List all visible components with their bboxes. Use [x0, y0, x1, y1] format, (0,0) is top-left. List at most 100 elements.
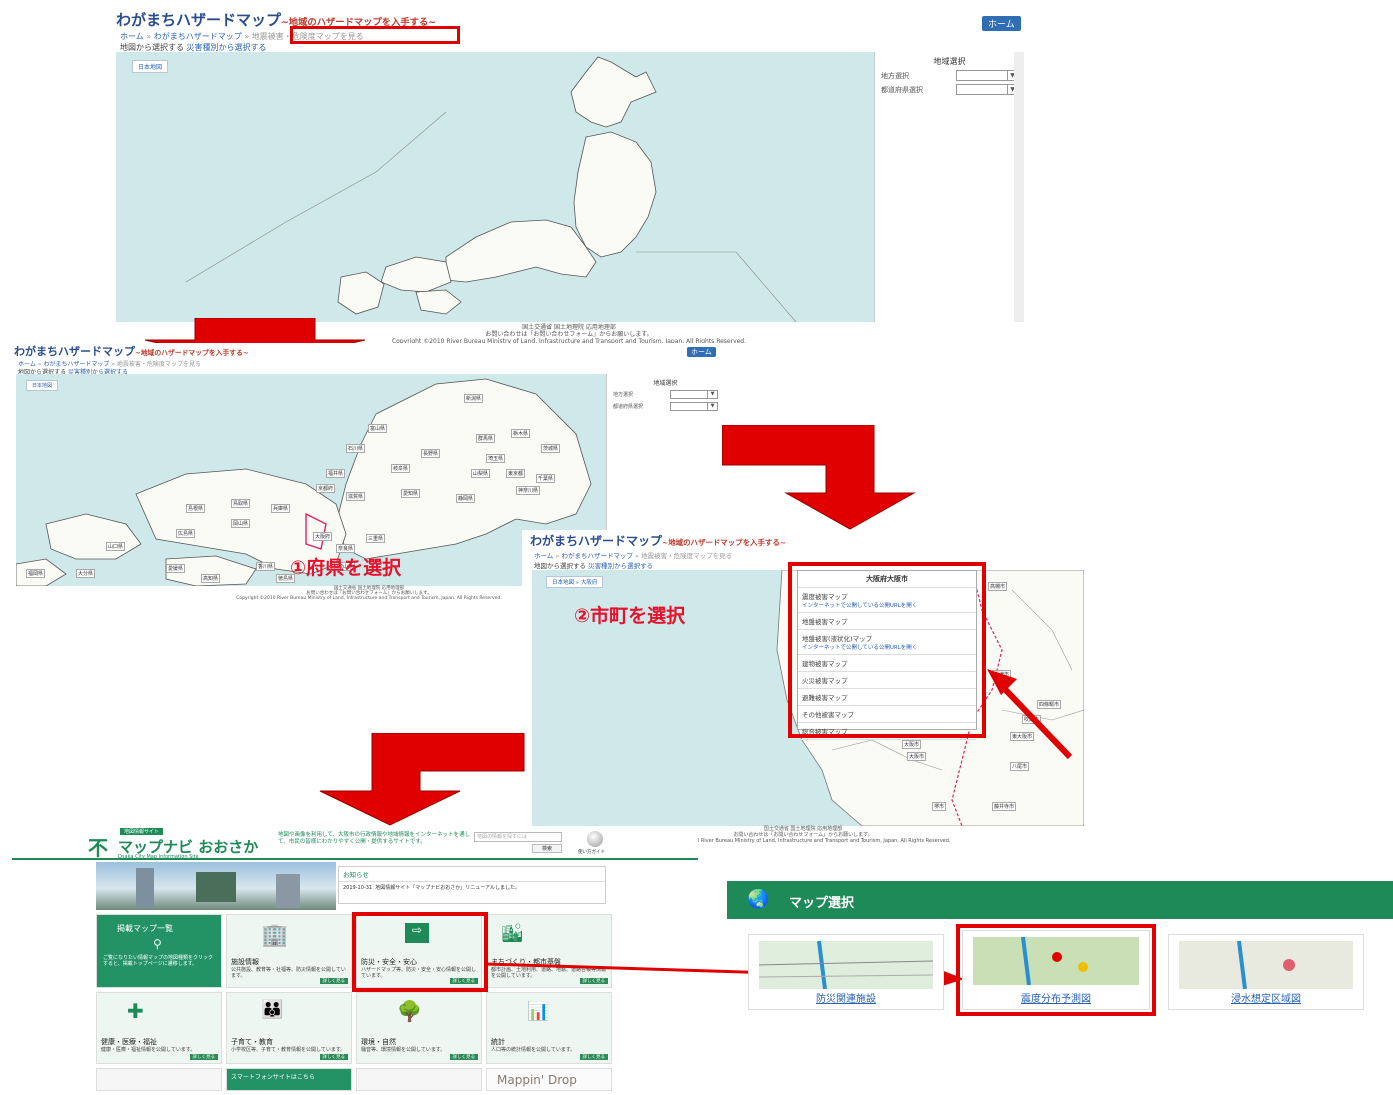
news-box: お知らせ 2019-10-31 地図情報サイト「マップナビおおさか」リニューアル…: [338, 866, 606, 904]
more-button[interactable]: 詳しく見る: [319, 1054, 348, 1060]
pref-select[interactable]: ▼: [670, 402, 718, 411]
search-input[interactable]: 地図の情報を探すには: [474, 832, 562, 842]
globe-icon: 🌏: [747, 889, 770, 910]
crumb-site-link[interactable]: わがまちハザードマップ: [154, 32, 242, 41]
tile-smartphone[interactable]: スマートフォンサイトはこちら: [226, 1068, 352, 1091]
arrow-pointer-icon: [987, 669, 1073, 760]
header-divider: [12, 858, 698, 860]
arrow-turn-down-icon: [722, 425, 916, 530]
search-button[interactable]: 検索: [532, 844, 562, 853]
pref-label[interactable]: 神奈川県: [516, 486, 541, 495]
region-select[interactable]: ▼: [956, 70, 1018, 81]
pref-label[interactable]: 大分県: [76, 569, 96, 578]
pref-label[interactable]: 富山県: [368, 424, 388, 433]
pref-label[interactable]: 静岡県: [456, 494, 476, 503]
tile-statistics[interactable]: 📊 統計 人口等の統計情報を公開しています。 詳しく見る: [486, 992, 612, 1064]
pref-label[interactable]: 香川県: [256, 562, 276, 571]
region-select[interactable]: ▼: [670, 390, 718, 399]
pref-label[interactable]: 滋賀県: [346, 492, 366, 501]
map-select-header: 🌏 マップ選択: [727, 881, 1393, 919]
city-label[interactable]: 堺市: [932, 802, 947, 811]
chevron-down-icon: ▼: [707, 403, 717, 410]
crumb-home-link[interactable]: ホーム: [120, 32, 144, 41]
step1-label: ①府県を選択: [290, 557, 402, 579]
tile-health[interactable]: ✚ 健康・医療・福祉 健康・医療・福祉情報を公開しています。 詳しく見る: [96, 992, 222, 1064]
screen1-hazard-map-japan: わがまちハザードマップ~地域のハザードマップを入手する~ ホーム ホーム » わ…: [110, 6, 1028, 346]
medical-icon: ✚: [127, 999, 144, 1023]
pref-label[interactable]: 鳥取県: [231, 499, 251, 508]
mapnavi-intro: 地図や画像を利用して、大阪市の行政情報や地域情報をインターネットを通して、市民の…: [278, 832, 471, 845]
help-guide-label[interactable]: 使い方ガイド: [578, 849, 605, 855]
pref-label[interactable]: 島根県: [186, 504, 206, 513]
pref-label[interactable]: 新潟県: [464, 394, 484, 403]
more-button[interactable]: 詳しく見る: [319, 978, 348, 984]
osaka-castle-photo: [96, 862, 336, 910]
news-title: お知らせ: [339, 867, 605, 882]
tile-bottom-1[interactable]: [96, 1068, 222, 1091]
city-label[interactable]: 藤井寺市: [992, 802, 1017, 811]
tile-map-list[interactable]: 掲載マップ一覧 ⚲ ご覧になりたい情報マップの地図種類をクリックすると、掲載トッ…: [96, 914, 222, 988]
pref-label[interactable]: 高知県: [201, 574, 221, 583]
pref-label[interactable]: 東京都: [506, 469, 526, 478]
pref-label[interactable]: 福岡県: [26, 569, 46, 578]
map-thumbnail: [1179, 941, 1353, 989]
pref-label[interactable]: 奈良県: [336, 544, 356, 553]
screen1-home-button[interactable]: ホーム: [982, 16, 1021, 31]
pref-label[interactable]: 愛媛県: [166, 564, 186, 573]
tile-environment[interactable]: 🌳 環境・自然 騒音等、環境情報を公開しています。 詳しく見る: [356, 992, 482, 1064]
pref-label[interactable]: 長野県: [421, 449, 441, 458]
pref-label[interactable]: 埼玉県: [486, 454, 506, 463]
tile-mappin-drop[interactable]: Mappin' Drop: [486, 1068, 612, 1091]
family-icon: 👪: [261, 999, 284, 1020]
help-guide-icon[interactable]: [587, 831, 603, 847]
screen1-region-panel: 地域選択 地方選択 ▼ 都道府県選択 ▼: [874, 52, 1024, 322]
news-item[interactable]: 2019-10-31 地図情報サイト「マップナビおおさか」リニューアルしました。: [339, 882, 605, 893]
pref-label[interactable]: 愛知県: [401, 489, 421, 498]
map-thumbnail: [759, 941, 933, 989]
pref-label[interactable]: 石川県: [346, 444, 366, 453]
pref-label[interactable]: 岐阜県: [391, 464, 411, 473]
thumb-disaster-facilities[interactable]: 防災関連施設: [748, 934, 944, 1010]
pref-select[interactable]: ▼: [956, 84, 1018, 95]
city-osaka[interactable]: 大阪市: [907, 752, 927, 761]
region-panel-title: 地域選択: [653, 380, 678, 387]
region-select-row: 地方選択 ▼: [607, 387, 724, 399]
tile-facility[interactable]: 🏢 施設情報 公共施設、教育等・社福等、防災情報を公開しています。 詳しく見る: [226, 914, 352, 988]
highlight-disaster-prevention-tile: [352, 912, 488, 992]
tab-by-type[interactable]: 災害種別から選択する: [588, 562, 653, 570]
pref-osaka[interactable]: 大阪府: [313, 532, 333, 541]
screen2-home-button[interactable]: ホーム: [687, 347, 716, 357]
more-button[interactable]: 詳しく見る: [189, 1054, 218, 1060]
pref-label[interactable]: 茨城県: [541, 444, 561, 453]
city-label[interactable]: 高槻市: [988, 582, 1008, 591]
pref-label[interactable]: 栃木県: [511, 429, 531, 438]
scrollbar[interactable]: [1014, 52, 1024, 322]
pref-label[interactable]: 京都府: [316, 484, 336, 493]
tab-from-map[interactable]: 地図から選択する: [120, 43, 184, 52]
tile-child-education[interactable]: 👪 子育て・教育 小学校区等、子育て・教育情報を公開しています。 詳しく見る: [226, 992, 352, 1064]
mapnavi-badge: 地図情報サイト: [120, 828, 164, 835]
pref-label[interactable]: 岡山県: [231, 519, 251, 528]
pref-label[interactable]: 千葉県: [536, 474, 556, 483]
building-icon: 🏢: [261, 923, 289, 948]
pref-label[interactable]: 三重県: [366, 534, 386, 543]
city-label[interactable]: 大阪市: [902, 740, 922, 749]
thumb-inundation-area[interactable]: 浸水想定区域図: [1168, 934, 1364, 1010]
screen3-breadcrumb: ホーム » わがまちハザードマップ » 地震被害・危険度マップを見る: [534, 552, 733, 560]
tab-from-map[interactable]: 地図から選択する: [534, 562, 586, 570]
screen1-japan-map[interactable]: 日本地図: [116, 52, 874, 322]
tab-by-type[interactable]: 災害種別から選択する: [187, 43, 267, 52]
pref-label[interactable]: 広島県: [176, 529, 196, 538]
pref-label[interactable]: 山梨県: [471, 469, 491, 478]
pref-label[interactable]: 山口県: [106, 542, 126, 551]
more-button[interactable]: 詳しく見る: [449, 1054, 478, 1060]
more-button[interactable]: 詳しく見る: [579, 1054, 608, 1060]
pref-label[interactable]: 群馬県: [476, 434, 496, 443]
pref-select-row: 都道府県選択 ▼: [875, 81, 1024, 95]
tile-bottom-3[interactable]: [356, 1068, 482, 1091]
bar-chart-icon: 📊: [527, 1001, 550, 1022]
pref-label[interactable]: 福井県: [326, 469, 346, 478]
pref-label[interactable]: 兵庫県: [271, 504, 291, 513]
highlight-earthquake-map-crumb: [290, 26, 460, 44]
screen3-tabs: 地図から選択する 災害種別から選択する: [534, 560, 653, 570]
